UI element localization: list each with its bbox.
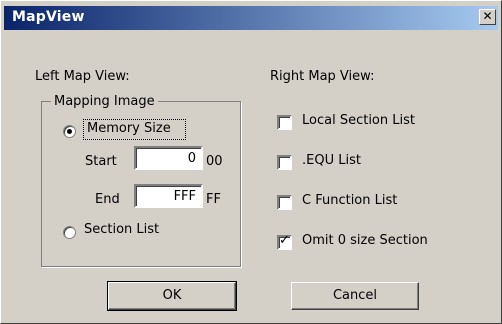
local-section-list-label[interactable]: Local Section List: [302, 113, 415, 128]
c-function-list-label[interactable]: C Function List: [302, 193, 397, 208]
checkmark-icon: ✓: [279, 233, 290, 248]
equ-list-label[interactable]: .EQU List: [302, 153, 361, 168]
c-function-list-checkbox[interactable]: [277, 195, 292, 210]
start-label: Start: [85, 154, 117, 169]
ok-button[interactable]: OK: [107, 281, 237, 311]
right-map-view-heading: Right Map View:: [270, 69, 375, 84]
start-suffix: 00: [206, 154, 223, 169]
local-section-list-checkbox[interactable]: [277, 115, 292, 130]
equ-list-checkbox[interactable]: [277, 155, 292, 170]
end-address-input[interactable]: FFF: [134, 184, 203, 208]
mapping-image-group-label: Mapping Image: [51, 94, 158, 109]
radio-selected-dot: [67, 129, 72, 134]
close-button[interactable]: ✕: [479, 9, 496, 25]
section-list-label[interactable]: Section List: [84, 222, 159, 237]
section-list-radio[interactable]: [63, 226, 76, 239]
memory-size-label[interactable]: Memory Size: [87, 121, 171, 136]
mapview-dialog: MapView ✕ Left Map View: Mapping Image M…: [0, 0, 502, 324]
end-suffix: FF: [206, 192, 221, 207]
title-bar[interactable]: MapView ✕: [4, 6, 498, 30]
close-icon: ✕: [482, 9, 493, 23]
window-title: MapView: [12, 9, 85, 25]
omit-zero-size-section-checkbox[interactable]: ✓: [277, 233, 292, 250]
start-address-input[interactable]: 0: [134, 146, 203, 170]
memory-size-radio[interactable]: [63, 125, 76, 138]
omit-zero-size-section-label[interactable]: Omit 0 size Section: [302, 233, 428, 248]
left-map-view-heading: Left Map View:: [35, 69, 130, 84]
cancel-button[interactable]: Cancel: [291, 282, 419, 310]
end-label: End: [95, 192, 120, 207]
